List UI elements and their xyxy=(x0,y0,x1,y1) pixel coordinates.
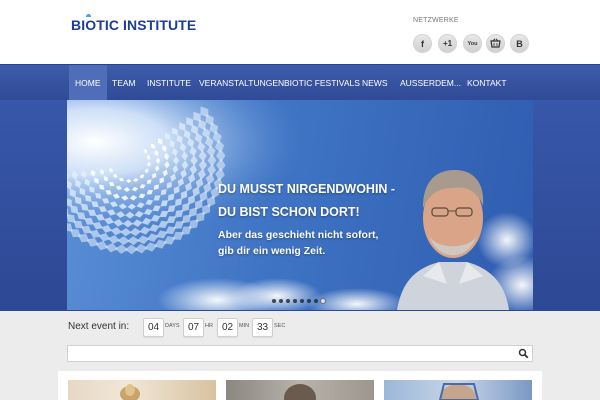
slider-dot[interactable] xyxy=(307,299,311,303)
youtube-icon[interactable]: You xyxy=(463,34,482,53)
nav-item-veranstaltungen[interactable]: VERANSTALTUNGEN xyxy=(199,65,284,101)
slider-dot[interactable] xyxy=(321,299,325,303)
search-input[interactable] xyxy=(68,350,516,363)
shop-basket-icon xyxy=(490,38,501,48)
hero-slider[interactable]: DU MUSST NIRGENDWOHIN - DU BIST SCHON DO… xyxy=(67,100,533,310)
nav-item-kontakt[interactable]: KONTAKT xyxy=(467,65,507,101)
slider-dot[interactable] xyxy=(272,299,276,303)
countdown-days: 04 xyxy=(143,318,164,337)
slide-headline-1: DU MUSST NIRGENDWOHIN - xyxy=(218,182,396,196)
search-icon[interactable] xyxy=(518,348,529,359)
logo-text: BIOTIC INSTITUTE xyxy=(71,17,197,33)
featured-thumbnail-2[interactable] xyxy=(226,380,374,400)
slide-subline-2: gib dir ein wenig Zeit. xyxy=(218,245,326,257)
slider-dot[interactable] xyxy=(293,299,297,303)
nav-item-team[interactable]: TEAM xyxy=(112,65,136,101)
facebook-icon[interactable]: f xyxy=(413,34,432,53)
nav-item-biotic-festivals[interactable]: BIOTIC FESTIVALS xyxy=(284,65,360,101)
featured-thumbnail-3[interactable] xyxy=(384,380,532,400)
slide-subline-1: Aber das geschieht nicht sofort, xyxy=(218,229,379,241)
featured-thumbnail-1[interactable] xyxy=(68,380,216,400)
blog-icon[interactable]: B xyxy=(510,34,529,53)
search-bar xyxy=(67,345,533,363)
slider-dot[interactable] xyxy=(300,299,304,303)
youtube-glyph: You xyxy=(467,40,478,47)
countdown-days-unit: DAYS xyxy=(165,323,180,329)
countdown-label: Next event in: xyxy=(68,321,130,332)
thumbnail-image-1 xyxy=(120,384,140,400)
slider-pagination xyxy=(272,299,325,305)
networks-label: NETZWERKE xyxy=(413,17,459,24)
googleplus-glyph: +1 xyxy=(442,39,453,48)
main-nav: HOME TEAM INSTITUTE VERANSTALTUNGEN BIOT… xyxy=(0,64,600,101)
countdown-hours-unit: HR xyxy=(205,323,213,329)
shop-icon[interactable] xyxy=(486,34,505,53)
countdown-minutes: 02 xyxy=(217,318,238,337)
slider-dot[interactable] xyxy=(314,299,318,303)
googleplus-icon[interactable]: +1 xyxy=(438,34,457,53)
site-logo[interactable]: BIOTIC INSTITUTE xyxy=(71,17,196,33)
slider-dot[interactable] xyxy=(279,299,283,303)
countdown-minutes-unit: MIN xyxy=(239,323,250,329)
blog-glyph: B xyxy=(516,38,523,49)
nav-item-ausserdem[interactable]: AUSSERDEM... xyxy=(400,65,461,101)
countdown-seconds-unit: SEC xyxy=(274,323,286,329)
nav-item-institute[interactable]: INSTITUTE xyxy=(147,65,191,101)
site-header: BIOTIC INSTITUTE NETZWERKE f +1 You B xyxy=(0,0,600,64)
event-countdown: Next event in: 04 DAYS 07 HR 02 MIN 33 S… xyxy=(0,311,600,343)
thumbnail-image-3 xyxy=(438,383,480,400)
logo-o-letter: O xyxy=(85,17,97,33)
nav-item-home[interactable]: HOME xyxy=(69,65,107,101)
thumbnail-image-2 xyxy=(284,384,316,400)
slider-dot[interactable] xyxy=(286,299,290,303)
countdown-hours: 07 xyxy=(183,318,204,337)
slide-headline-2: DU BIST SCHON DORT! xyxy=(218,205,360,219)
facebook-glyph: f xyxy=(421,38,424,49)
countdown-seconds: 33 xyxy=(252,318,273,337)
nav-item-news[interactable]: NEWS xyxy=(362,65,388,101)
